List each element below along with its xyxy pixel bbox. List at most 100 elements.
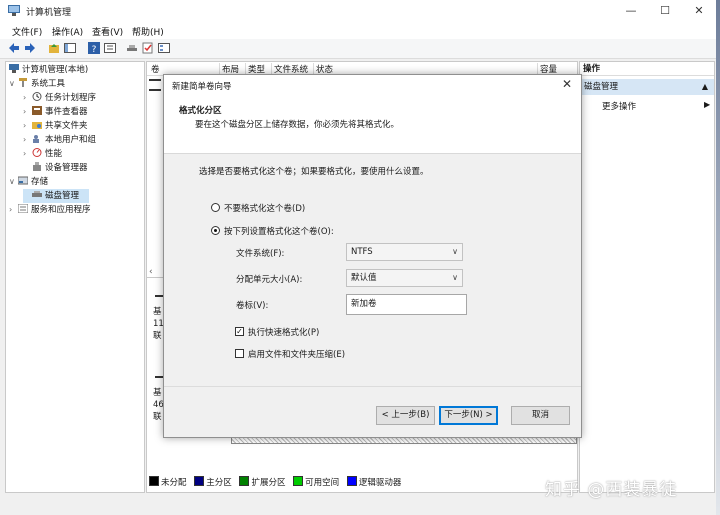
- chevron-down-icon[interactable]: ∨: [9, 77, 18, 91]
- back-icon[interactable]: [8, 42, 20, 54]
- volume-label-input[interactable]: 新加卷: [346, 294, 467, 315]
- properties-icon[interactable]: [104, 42, 116, 54]
- list-view-icon[interactable]: [158, 42, 170, 54]
- compression-checkbox[interactable]: [235, 349, 244, 358]
- chevron-right-icon[interactable]: ›: [23, 147, 32, 161]
- filesystem-label: 文件系统(F):: [236, 249, 285, 259]
- chevron-right-icon[interactable]: ›: [23, 91, 32, 105]
- maximize-button[interactable]: ☐: [650, 2, 680, 20]
- quick-format-label[interactable]: 执行快速格式化(P): [248, 326, 319, 338]
- legend-swatch: [293, 476, 304, 486]
- tree-item-device-manager[interactable]: 设备管理器: [32, 161, 88, 175]
- filesystem-select[interactable]: NTFS ∨: [346, 243, 463, 261]
- volume-row-bar: [149, 89, 161, 91]
- back-button[interactable]: < 上一步(B): [376, 406, 435, 425]
- close-button[interactable]: ✕: [684, 2, 714, 20]
- column-filesystem[interactable]: 文件系统: [271, 63, 308, 75]
- tree-item-local-users[interactable]: › 本地用户和组: [23, 133, 96, 147]
- check-icon[interactable]: [142, 42, 154, 54]
- up-folder-icon[interactable]: [48, 42, 60, 54]
- menu-action[interactable]: 操作(A): [52, 25, 83, 38]
- actions-more-label: 更多操作: [602, 102, 637, 112]
- dialog-description: 要在这个磁盘分区上储存数据，你必须先将其格式化。: [195, 120, 400, 130]
- legend-free-space: 可用空间: [293, 476, 340, 488]
- actions-header: 操作: [580, 62, 714, 76]
- storage-icon: [18, 176, 28, 185]
- menu-file[interactable]: 文件(F): [12, 25, 42, 38]
- collapse-icon[interactable]: ▲: [702, 79, 708, 95]
- tree-item-root[interactable]: 计算机管理(本地): [9, 63, 88, 77]
- performance-icon: [32, 148, 42, 157]
- volume-label-value: 新加卷: [351, 299, 377, 309]
- chevron-down-icon: ∨: [452, 247, 458, 256]
- menu-help[interactable]: 帮助(H): [132, 25, 164, 38]
- legend-swatch: [346, 476, 357, 486]
- compression-label[interactable]: 启用文件和文件夹压缩(E): [248, 348, 345, 360]
- watermark: 知乎 @西装暴徒: [545, 480, 678, 500]
- actions-disk-management[interactable]: 磁盘管理 ▲: [580, 79, 714, 95]
- legend-label: 未分配: [161, 478, 187, 488]
- actions-more[interactable]: 更多操作: [602, 100, 636, 112]
- column-layout[interactable]: 布局: [219, 63, 239, 75]
- volume-label-label: 卷标(V):: [236, 301, 269, 311]
- radio-format-label[interactable]: 按下列设置格式化这个卷(O):: [224, 225, 334, 237]
- tree-item-services-apps[interactable]: › 服务和应用程序: [9, 203, 91, 217]
- tree-label-local-users: 本地用户和组: [45, 135, 97, 145]
- chevron-right-icon[interactable]: ›: [9, 203, 18, 217]
- chevron-down-icon: ∨: [452, 273, 458, 282]
- tree-label-task-scheduler: 任务计划程序: [45, 93, 97, 103]
- tree-label-shared-folders: 共享文件夹: [45, 121, 88, 131]
- connect-icon[interactable]: [126, 42, 138, 54]
- legend-label: 逻辑驱动器: [358, 478, 402, 488]
- tree-item-task-scheduler[interactable]: › 任务计划程序: [23, 91, 96, 105]
- legend-label: 可用空间: [305, 478, 340, 488]
- radio-no-format-label[interactable]: 不要格式化这个卷(D): [224, 202, 305, 214]
- chevron-right-icon[interactable]: ›: [23, 133, 32, 147]
- tree-label-system-tools: 系统工具: [31, 79, 66, 89]
- radio-format[interactable]: [211, 226, 220, 235]
- tree-label-device-manager: 设备管理器: [45, 163, 88, 173]
- dialog-close-button[interactable]: ✕: [562, 77, 572, 91]
- chevron-right-icon[interactable]: ›: [23, 119, 32, 133]
- cancel-button[interactable]: 取消: [511, 406, 570, 425]
- allocation-unit-select[interactable]: 默认值 ∨: [346, 269, 463, 287]
- legend-extended: 扩展分区: [239, 476, 285, 488]
- tree-item-event-viewer[interactable]: › 事件查看器: [23, 105, 88, 119]
- tree-label-root: 计算机管理(本地): [22, 65, 89, 75]
- next-button[interactable]: 下一步(N) >: [439, 406, 498, 425]
- column-type[interactable]: 类型: [245, 63, 265, 75]
- tree-item-disk-management[interactable]: 磁盘管理: [23, 189, 89, 203]
- dialog-heading: 格式化分区: [179, 106, 222, 116]
- column-volume[interactable]: 卷: [149, 63, 160, 75]
- title-bar: 计算机管理 — ☐ ✕: [0, 0, 720, 22]
- allocation-unit-value: 默认值: [351, 273, 377, 283]
- tree-item-storage[interactable]: ∨ 存储: [9, 175, 48, 189]
- scroll-left-icon[interactable]: ‹: [149, 267, 153, 277]
- menu-view[interactable]: 查看(V): [92, 25, 123, 38]
- tree-item-performance[interactable]: › 性能: [23, 147, 62, 161]
- tree-label-storage: 存储: [31, 177, 49, 187]
- chevron-down-icon[interactable]: ∨: [9, 175, 18, 189]
- tree-label-performance: 性能: [45, 149, 63, 159]
- tree-item-shared-folders[interactable]: › 共享文件夹: [23, 119, 88, 133]
- window-title: 计算机管理: [26, 8, 72, 18]
- legend-swatch: [149, 476, 159, 486]
- computer-management-icon: [8, 5, 20, 16]
- chevron-right-icon[interactable]: ›: [23, 105, 32, 119]
- legend-swatch: [194, 476, 205, 486]
- tree-item-system-tools[interactable]: ∨ 系统工具: [9, 77, 65, 91]
- tools-icon: [19, 78, 27, 87]
- column-capacity[interactable]: 容量: [537, 63, 557, 75]
- forward-icon[interactable]: [24, 42, 36, 54]
- radio-no-format[interactable]: [211, 203, 220, 212]
- quick-format-checkbox[interactable]: ✓: [235, 327, 244, 336]
- device-manager-icon: [33, 162, 41, 171]
- help-icon[interactable]: ?: [88, 42, 100, 54]
- disk-management-icon: [32, 191, 42, 197]
- dialog-title-bar: 新建简单卷向导 ✕: [164, 75, 581, 95]
- svg-text:?: ?: [92, 45, 97, 54]
- minimize-button[interactable]: —: [616, 2, 646, 20]
- column-status[interactable]: 状态: [313, 63, 333, 75]
- clock-icon: [32, 92, 42, 101]
- show-tree-icon[interactable]: [64, 42, 76, 54]
